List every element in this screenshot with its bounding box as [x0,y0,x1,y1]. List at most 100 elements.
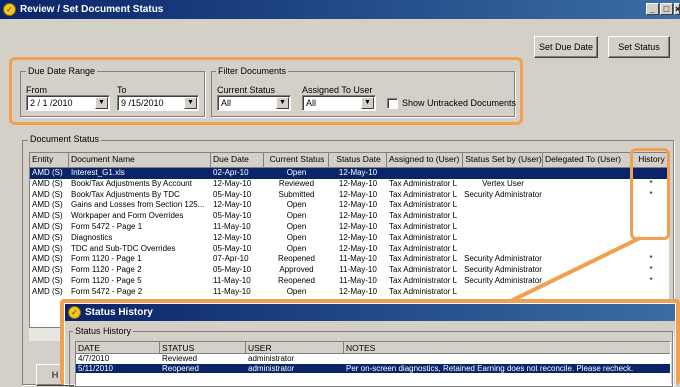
table-cell: Security Administrator [464,254,542,264]
table-cell [543,265,632,276]
table-cell: 11-May-10 [339,254,377,264]
table-cell [632,244,668,255]
table-row[interactable]: 4/7/2010 Reviewed administrator [76,354,670,364]
table-cell [463,233,543,244]
table-cell [463,200,543,211]
column-header[interactable]: Delegated To (User) [543,153,632,168]
from-date-picker[interactable]: 2 / 1 /2010 ▼ [26,95,110,111]
table-cell: Security Administrator [464,276,542,285]
table-cell: Submitted [278,189,315,199]
chevron-down-icon[interactable]: ▼ [184,97,197,109]
table-cell: Vertex User [482,178,524,188]
table-cell: AMD (S) [32,254,63,264]
column-header[interactable]: Status Date [329,153,387,168]
table-cell: Form 1120 - Page 2 [71,265,142,275]
table-row[interactable]: AMD (S) Diagnostics 12-May-10 Open 12-May-10… [30,233,668,244]
minimize-button[interactable]: _ [646,3,659,15]
column-header[interactable]: Current Status [264,153,329,168]
table-row[interactable]: AMD (S) Form 1120 - Page 5 11-May-10 Reopen… [30,276,668,287]
table-cell: Reopened [278,254,315,264]
close-button[interactable]: × [674,3,680,15]
to-label: To [117,85,127,95]
table-cell: Reopened [162,363,199,373]
table-row[interactable]: AMD (S) Form 1120 - Page 1 07-Apr-10 Reopen… [30,254,668,265]
current-status-label: Current Status [217,85,276,95]
column-header[interactable]: Status Set by (User) [463,153,543,168]
table-row[interactable]: AMD (S) Book/Tax Adjustments By TDC 05-May… [30,190,668,201]
table-cell [344,354,670,364]
table-cell: Per on-screen diagnostics, Retained Earn… [346,363,634,373]
table-cell: 07-Apr-10 [213,254,249,264]
table-row[interactable]: AMD (S) Interest_G1.xls 02-Apr-10 Open 12-Ma… [30,168,668,179]
table-cell: 05-May-10 [213,265,252,275]
due-date-range-label: Due Date Range [26,66,98,76]
table-cell [463,222,543,233]
table-cell: AMD (S) [32,200,63,210]
to-date-value: 9 /15/2010 [121,98,164,108]
table-row[interactable]: 5/11/2010 Reopened administrator Per on-scr… [76,363,670,373]
column-header[interactable]: NOTES [344,342,670,354]
table-cell: AMD (S) [32,243,63,253]
column-header[interactable]: Due Date [211,153,264,168]
table-cell: 12-May-10 [338,189,378,199]
table-row[interactable]: AMD (S) Form 5472 - Page 2 11-May-10 Open 12… [30,287,668,298]
table-cell: 05-May-10 [213,211,252,221]
table-cell: 12-May-10 [213,232,252,242]
table-cell: AMD (S) [32,211,63,221]
column-header[interactable]: USER [246,342,344,354]
set-due-date-button[interactable]: Set Due Date [534,36,598,58]
chevron-down-icon[interactable]: ▼ [276,97,289,109]
table-cell: AMD (S) [32,189,63,199]
table-cell: AMD (S) [32,168,63,177]
table-cell: Open [286,168,307,177]
column-header[interactable]: STATUS [160,342,246,354]
table-row[interactable]: AMD (S) Gains and Losses from Section 125… [30,200,668,211]
column-header[interactable]: Assigned to (User) [387,153,463,168]
table-cell [387,168,463,179]
table-cell: Tax Administrator L [389,232,458,242]
table-cell: Gains and Losses from Section 125... [71,200,205,210]
table-cell: Open [286,286,307,296]
table-cell: 12-May-10 [338,243,378,253]
table-cell: Form 1120 - Page 1 [71,254,142,264]
table-cell: Security Administrator [464,265,542,275]
table-cell: Reviewed [162,354,198,363]
status-history-grid[interactable]: DATE STATUS USER NOTES 4/7/2010 Reviewed admi… [75,341,671,386]
set-status-label: Set Status [618,42,660,52]
chevron-down-icon[interactable]: ▼ [361,97,374,109]
table-cell: Reviewed [278,178,315,188]
table-cell [543,190,632,201]
window-titlebar: Review / Set Document Status [0,0,680,19]
table-row[interactable]: AMD (S) Book/Tax Adjustments By Account 12… [30,179,668,190]
table-cell: 5/11/2010 [78,363,113,373]
column-header[interactable]: DATE [76,342,160,354]
table-row[interactable]: AMD (S) TDC and Sub-TDC Overrides 05-May-1… [30,244,668,255]
table-cell: 02-Apr-10 [213,168,249,177]
table-cell: 12-May-10 [338,211,378,221]
table-cell: Form 1120 - Page 5 [71,276,142,285]
current-status-select[interactable]: All ▼ [217,95,291,111]
table-row[interactable]: AMD (S) Form 5472 - Page 1 11-May-10 Open 12… [30,222,668,233]
show-untracked-checkbox[interactable] [387,98,398,109]
set-status-button[interactable]: Set Status [608,36,670,58]
table-cell: 12-May-10 [213,200,252,210]
table-cell: AMD (S) [32,276,63,285]
status-history-titlebar: Status History [65,304,675,321]
table-cell [543,211,632,222]
table-cell: Tax Administrator L [389,211,458,221]
from-date-value: 2 / 1 /2010 [30,98,73,108]
assigned-user-select[interactable]: All ▼ [302,95,376,111]
table-cell: 4/7/2010 [78,354,110,363]
column-header[interactable]: Document Name [69,153,211,168]
table-cell: TDC and Sub-TDC Overrides [71,243,176,253]
chevron-down-icon[interactable]: ▼ [95,97,108,109]
table-cell: 11-May-10 [339,276,377,285]
column-header[interactable]: Entity [30,153,69,168]
bottom-h-label: H [51,370,59,380]
table-cell: AMD (S) [32,286,63,296]
to-date-picker[interactable]: 9 /15/2010 ▼ [117,95,199,111]
table-cell: AMD (S) [32,222,63,231]
table-row[interactable]: AMD (S) Workpaper and Form Overrides 05-Ma… [30,211,668,222]
history-column-highlight [630,148,670,240]
maximize-button[interactable]: □ [660,3,673,15]
